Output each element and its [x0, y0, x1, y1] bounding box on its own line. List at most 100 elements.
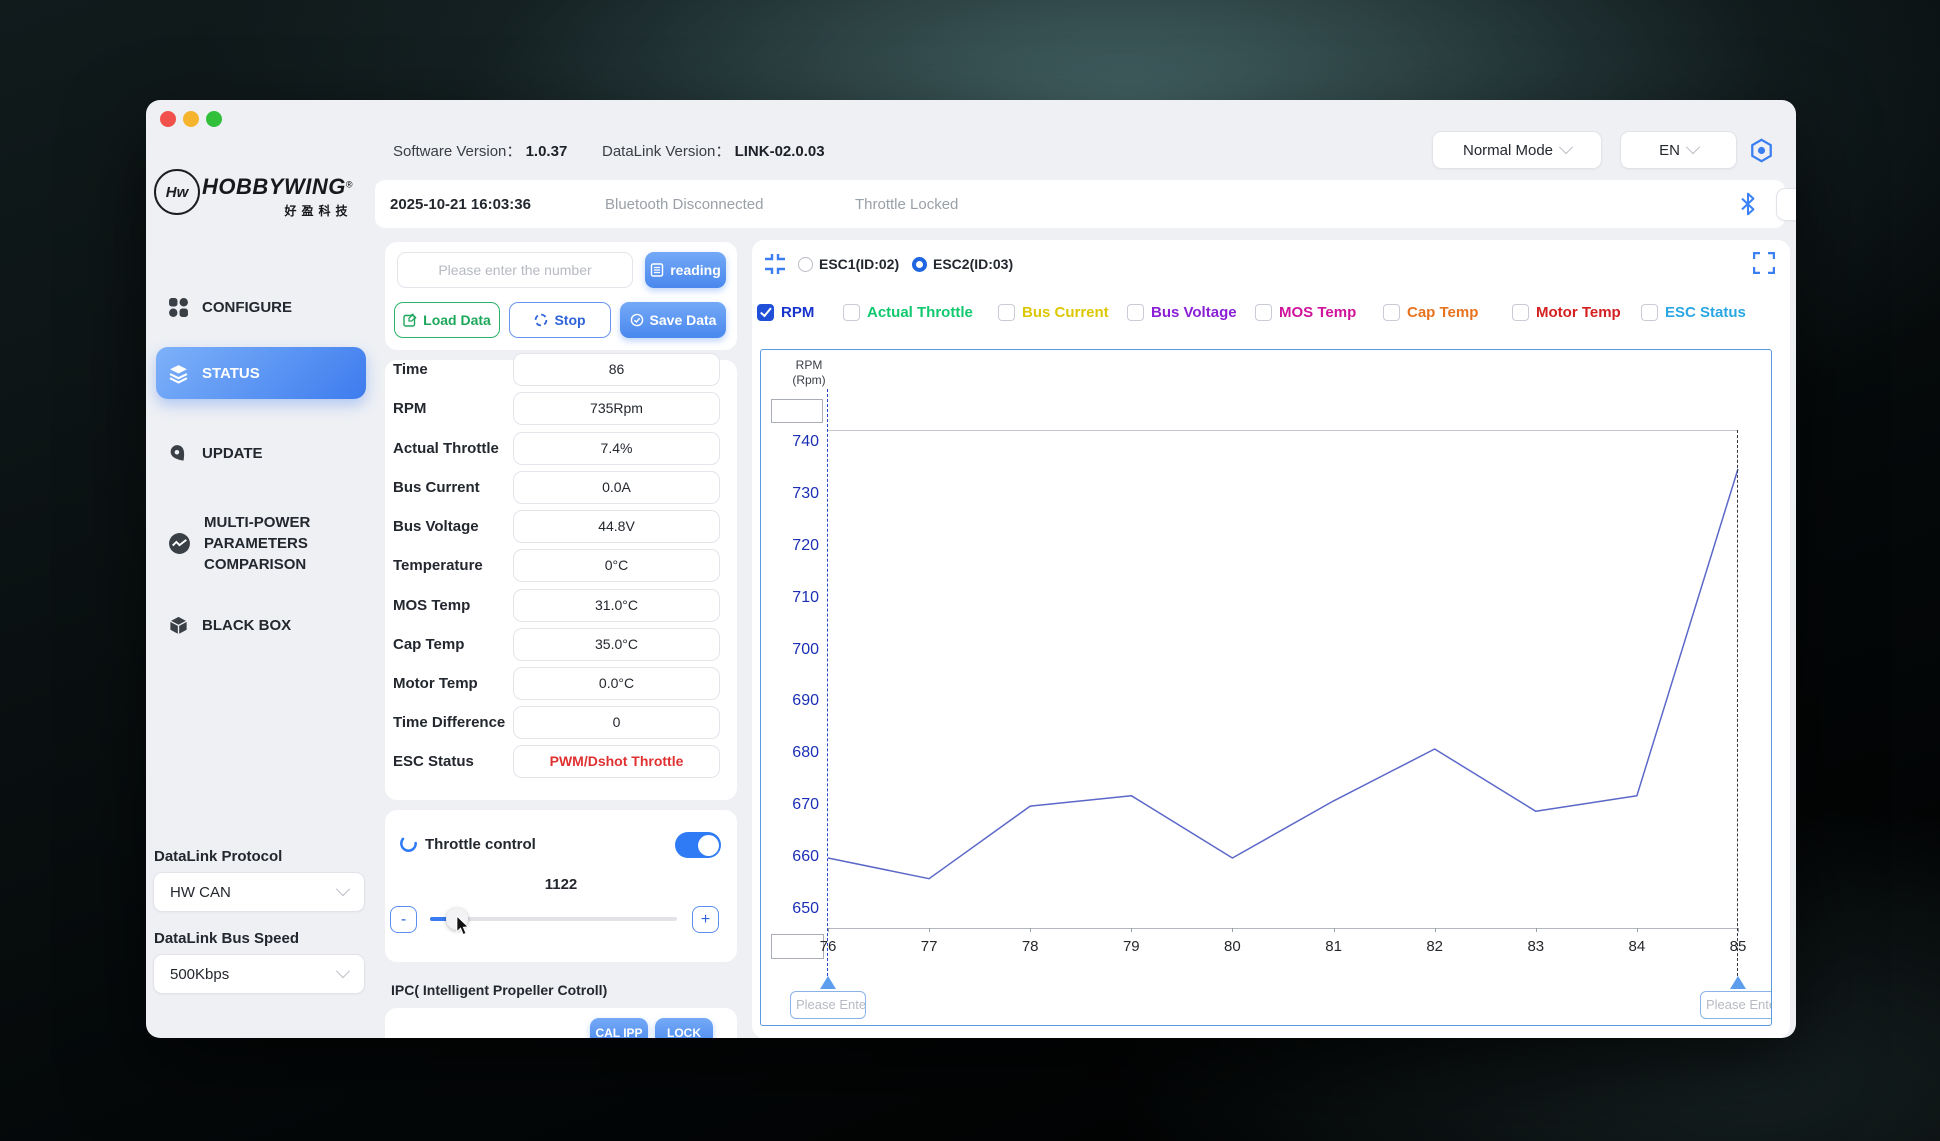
- ipc-card: CAL IPP LOCK: [385, 1008, 737, 1038]
- rpm-line-series: [761, 350, 1772, 1026]
- checkbox[interactable]: [1383, 304, 1400, 321]
- checkbox[interactable]: [998, 304, 1015, 321]
- throttle-plus-button[interactable]: +: [692, 906, 719, 933]
- zoom-window-button[interactable]: [206, 111, 222, 127]
- esc1-radio-group[interactable]: ESC1(ID:02): [798, 256, 899, 272]
- datalink-protocol-select[interactable]: HW CAN: [153, 872, 365, 912]
- datalink-protocol-value: HW CAN: [170, 884, 231, 901]
- software-version-label: Software Version：: [393, 143, 521, 160]
- save-data-label: Save Data: [650, 312, 717, 328]
- minimize-window-button[interactable]: [183, 111, 199, 127]
- throttle-value: 1122: [385, 876, 737, 893]
- bus-speed-select[interactable]: 500Kbps: [153, 954, 365, 994]
- x-tick-mark: [1738, 928, 1739, 932]
- bus-type-select[interactable]: CAN: [1776, 188, 1796, 221]
- series-toggle-label: RPM: [781, 304, 814, 321]
- series-toggle-esc-status[interactable]: ESC Status: [1641, 304, 1746, 321]
- esc2-radio[interactable]: [912, 257, 927, 272]
- bluetooth-status: Bluetooth Disconnected: [605, 196, 763, 213]
- data-actions-card: reading Load Data Stop Save Data: [385, 242, 737, 350]
- x-tick-label: 76: [808, 938, 848, 955]
- esc2-radio-group[interactable]: ESC2(ID:03): [912, 256, 1013, 272]
- chart-cursor-line[interactable]: [1737, 430, 1738, 976]
- sidebar-item-label: STATUS: [202, 363, 260, 384]
- sidebar-item-update[interactable]: UPDATE: [156, 438, 366, 468]
- series-toggle-mos-temp[interactable]: MOS Temp: [1255, 304, 1356, 321]
- mode-select[interactable]: Normal Mode: [1432, 131, 1602, 169]
- mouse-cursor: [455, 916, 473, 936]
- checkbox[interactable]: [1641, 304, 1658, 321]
- reading-button[interactable]: reading: [645, 252, 726, 288]
- y-tick-label: 690: [767, 692, 819, 710]
- throttle-toggle[interactable]: [675, 832, 721, 858]
- series-toggle-actual-throttle[interactable]: Actual Throttle: [843, 304, 973, 321]
- settings-gear-icon[interactable]: [1748, 137, 1775, 164]
- sidebar-item-label: UPDATE: [202, 443, 263, 464]
- series-toggle-bus-voltage[interactable]: Bus Voltage: [1127, 304, 1237, 321]
- y-tick-label: 670: [767, 796, 819, 814]
- brand-emblem-text: Hw: [166, 184, 189, 201]
- chart-cursor-handle[interactable]: [820, 976, 836, 989]
- datalink-protocol-label: DataLink Protocol: [154, 848, 282, 865]
- x-tick-label: 80: [1212, 938, 1252, 955]
- fullscreen-icon[interactable]: [1753, 252, 1775, 274]
- checkbox[interactable]: [1127, 304, 1144, 321]
- bus-speed-label: DataLink Bus Speed: [154, 930, 299, 947]
- sidebar-item-configure[interactable]: CONFIGURE: [156, 292, 366, 322]
- sidebar-item-label: BLACK BOX: [202, 615, 291, 636]
- checkbox[interactable]: [1255, 304, 1272, 321]
- rpm-chart: RPM (Rpm) 650660670680690700710720730740…: [760, 349, 1772, 1026]
- field-value: 35.0°C: [513, 628, 720, 661]
- sidebar-item-status[interactable]: STATUS: [156, 347, 366, 399]
- x-tick-mark: [1435, 928, 1436, 932]
- chart-cursor-line[interactable]: [827, 389, 828, 976]
- number-input[interactable]: [397, 252, 633, 288]
- series-toggle-label: MOS Temp: [1279, 304, 1356, 321]
- field-label: Time Difference: [393, 714, 505, 731]
- series-toggle-motor-temp[interactable]: Motor Temp: [1512, 304, 1621, 321]
- datalink-version-value: LINK-02.0.03: [735, 143, 825, 160]
- esc1-radio[interactable]: [798, 257, 813, 272]
- throttle-minus-button[interactable]: -: [390, 906, 417, 933]
- close-window-button[interactable]: [160, 111, 176, 127]
- sidebar-item-multi-power[interactable]: MULTI-POWER PARAMETERS COMPARISON: [156, 512, 366, 575]
- language-select[interactable]: EN: [1620, 131, 1737, 169]
- x-tick-mark: [828, 928, 829, 932]
- x-tick-label: 77: [909, 938, 949, 955]
- lock-button[interactable]: LOCK: [655, 1018, 713, 1038]
- series-toggle-cap-temp[interactable]: Cap Temp: [1383, 304, 1478, 321]
- x-tick-mark: [929, 928, 930, 932]
- checkbox[interactable]: [1512, 304, 1529, 321]
- bluetooth-icon[interactable]: [1735, 191, 1761, 217]
- field-value: 31.0°C: [513, 589, 720, 622]
- x-tick-label: 84: [1617, 938, 1657, 955]
- cube-icon: [168, 615, 189, 636]
- load-data-button[interactable]: Load Data: [394, 302, 500, 338]
- x-tick-mark: [1030, 928, 1031, 932]
- reading-button-label: reading: [670, 262, 721, 278]
- status-bar: 2025-10-21 16:03:36 Bluetooth Disconnect…: [375, 180, 1785, 228]
- checkbox[interactable]: [843, 304, 860, 321]
- x-tick-mark: [1334, 928, 1335, 932]
- brand-subtitle: 好盈科技: [202, 202, 352, 219]
- field-label: Bus Current: [393, 479, 480, 496]
- collapse-icon[interactable]: [764, 253, 786, 275]
- field-value: 7.4%: [513, 432, 720, 465]
- checkbox[interactable]: [757, 304, 774, 321]
- cursor-position-input[interactable]: Please Enter: [790, 991, 866, 1019]
- series-toggle-label: Bus Current: [1022, 304, 1109, 321]
- series-toggle-rpm[interactable]: RPM: [757, 304, 814, 321]
- cursor-position-input[interactable]: Please Enter: [1700, 991, 1772, 1019]
- cal-ipp-button[interactable]: CAL IPP: [590, 1018, 648, 1038]
- save-data-button[interactable]: Save Data: [620, 302, 726, 338]
- throttle-spinner-icon: [399, 834, 418, 853]
- field-value: 0°C: [513, 549, 720, 582]
- field-value: 44.8V: [513, 510, 720, 543]
- series-toggle-bus-current[interactable]: Bus Current: [998, 304, 1109, 321]
- stop-button[interactable]: Stop: [509, 302, 611, 338]
- chart-cursor-handle[interactable]: [1730, 976, 1746, 989]
- sidebar-item-black-box[interactable]: BLACK BOX: [156, 610, 366, 640]
- x-tick-mark: [1131, 928, 1132, 932]
- field-label: Temperature: [393, 557, 483, 574]
- x-tick-label: 79: [1111, 938, 1151, 955]
